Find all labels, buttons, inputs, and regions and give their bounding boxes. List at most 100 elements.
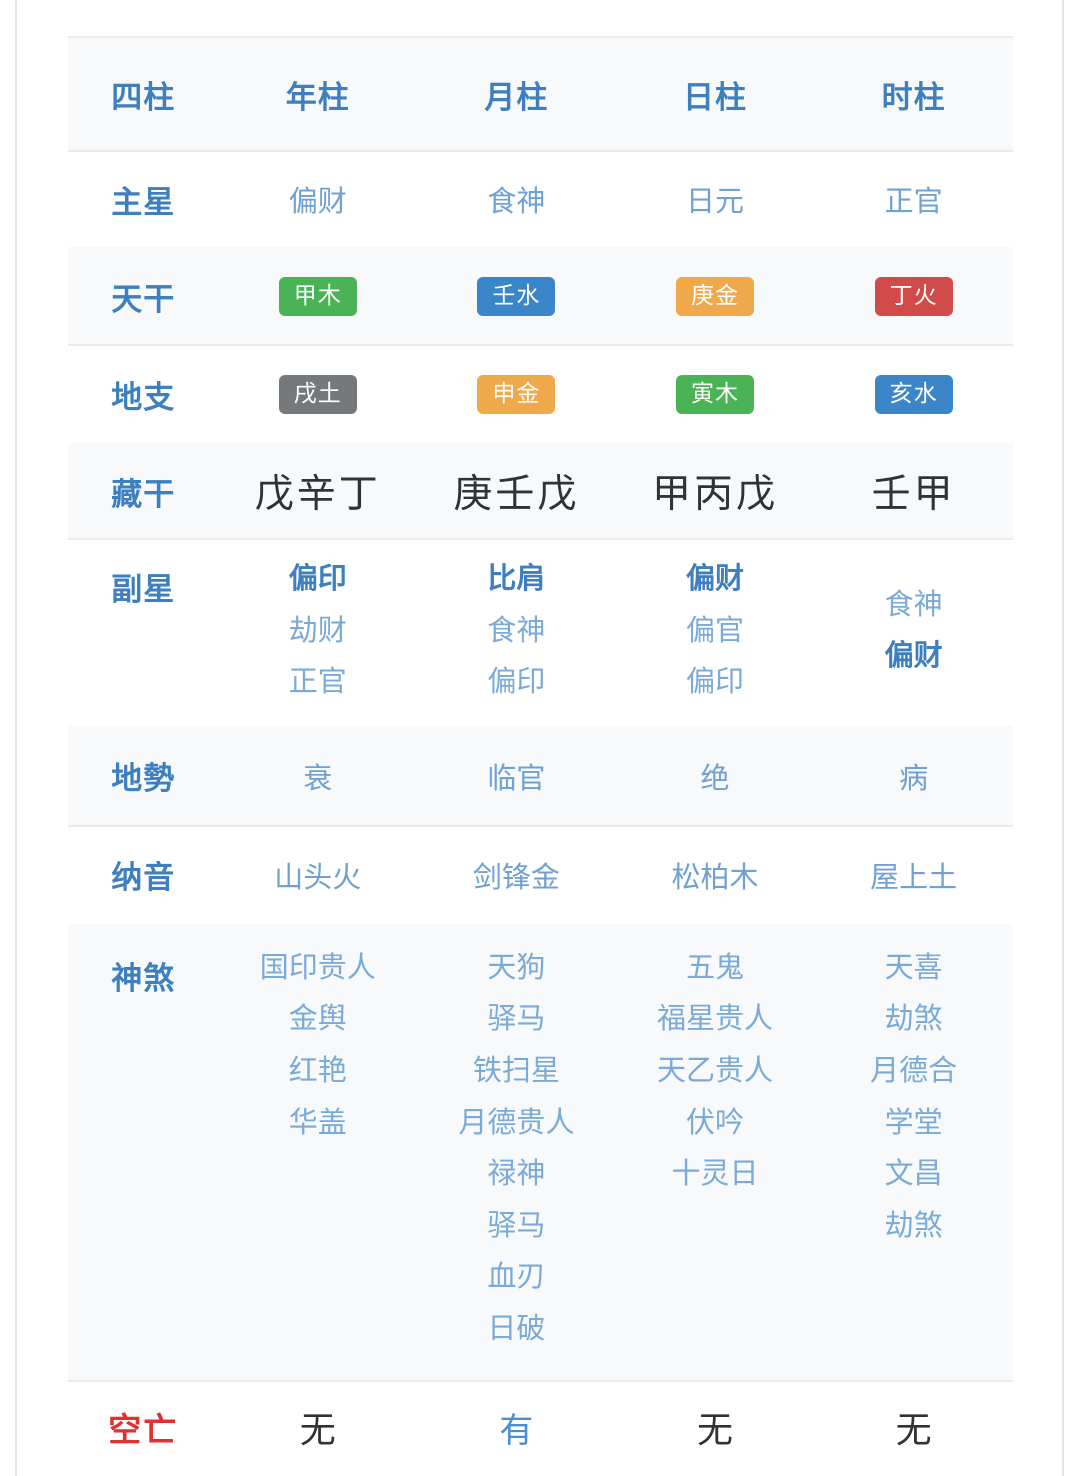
- list-item: 国印贵人: [259, 951, 376, 984]
- list-item: 天乙贵人: [657, 1055, 774, 1088]
- power-hour-text: 病: [899, 762, 929, 795]
- row-label-void: 空亡: [68, 1379, 218, 1475]
- list-item: 日破: [487, 1313, 546, 1346]
- heavenly-stem-day-badge[interactable]: 庚金: [676, 276, 755, 316]
- column-header-year[interactable]: 年柱: [218, 36, 418, 152]
- list-item: 文昌: [884, 1158, 943, 1191]
- list-item: 天狗: [487, 951, 546, 984]
- earthly-branch-year: 戌土: [218, 345, 418, 443]
- header-label-text: 四柱: [111, 79, 176, 115]
- heavenly-stem-year: 甲木: [218, 246, 418, 346]
- list-item: 禄神: [487, 1158, 546, 1191]
- list-item: 劫煞: [884, 1003, 943, 1036]
- list-item: 金舆: [288, 1003, 347, 1036]
- main-star-hour-text: 正官: [884, 186, 943, 218]
- list-item: 食神: [884, 588, 943, 621]
- sub-star-day-list: 偏财 偏官 偏印: [616, 540, 815, 725]
- void-year: 无: [218, 1379, 417, 1475]
- sub-star-month: 比肩 食神 偏印: [417, 539, 616, 726]
- power-month-text: 临官: [487, 762, 546, 795]
- column-header-day-text: 日柱: [683, 79, 748, 115]
- void-year-text: 无: [299, 1409, 336, 1450]
- list-item: 偏财: [884, 640, 943, 673]
- list-item: 福星贵人: [657, 1003, 774, 1036]
- void-hour: 无: [814, 1379, 1013, 1475]
- heavenly-stem-month-badge[interactable]: 壬水: [477, 276, 556, 316]
- list-item: 偏印: [686, 666, 745, 699]
- table-row-hidden-stems: 藏干 戊辛丁 庚壬戊 甲丙戊 壬甲: [68, 442, 1013, 540]
- main-star-label-text: 主星: [111, 184, 176, 220]
- row-label-sound: 纳音: [68, 825, 219, 924]
- column-header-month-text: 月柱: [484, 79, 549, 115]
- earthly-branch-day-badge[interactable]: 寅木: [676, 374, 755, 414]
- sub-star-hour: 食神 偏财: [814, 539, 1013, 726]
- void-label-text: 空亡: [108, 1411, 179, 1448]
- row-label-hidden-stems: 藏干: [68, 442, 219, 540]
- list-item: 偏官: [686, 614, 745, 647]
- earthly-branch-hour: 亥水: [814, 345, 1013, 443]
- power-label-text: 地勢: [111, 761, 176, 797]
- table-row-spirits: 神煞 国印贵人 金舆 红艳 华盖 天狗 驿马 铁扫星 月德贵人 禄神 驿马 血刃 日破 五鬼 福星贵人…: [68, 922, 1013, 1382]
- table-row-sub-star: 副星 偏印 劫财 正官 比肩 食神 偏印 偏财 偏官 偏印 食神 偏财: [68, 539, 1013, 726]
- list-item: 正官: [288, 666, 347, 699]
- list-item: 比肩: [487, 563, 546, 595]
- four-pillars-table: 四柱 年柱 月柱 日柱 时柱 主星 偏财 食神 日元 正官 天干 甲木 壬水 庚…: [68, 36, 1013, 1382]
- list-item: 伏吟: [686, 1106, 745, 1139]
- heavenly-stem-month: 壬水: [417, 246, 616, 346]
- spirits-year-list: 国印贵人 金舆 红艳 华盖: [218, 925, 417, 1173]
- sound-label-text: 纳音: [111, 860, 176, 896]
- spirits-hour-list: 天喜 劫煞 月德合 学堂 文昌 劫煞: [814, 925, 1013, 1277]
- column-header-year-text: 年柱: [285, 79, 350, 115]
- void-hour-text: 无: [895, 1409, 932, 1450]
- spirits-month-list: 天狗 驿马 铁扫星 月德贵人 禄神 驿马 血刃 日破: [417, 925, 616, 1380]
- column-header-day[interactable]: 日柱: [615, 36, 815, 152]
- table-row-header: 四柱 年柱 月柱 日柱 时柱: [68, 36, 1013, 152]
- hidden-stems-month-text: 庚壬戊: [453, 473, 580, 516]
- void-day: 无: [616, 1379, 815, 1475]
- column-header-hour[interactable]: 时柱: [814, 36, 1013, 152]
- column-header-month[interactable]: 月柱: [417, 36, 616, 152]
- list-item: 学堂: [884, 1106, 943, 1139]
- sub-star-year-list: 偏印 劫财 正官: [218, 540, 417, 725]
- sub-star-label-text: 副星: [111, 572, 176, 607]
- hidden-stems-hour: 壬甲: [814, 442, 1013, 540]
- heavenly-stem-label-text: 天干: [111, 281, 176, 317]
- earthly-branch-label-text: 地支: [111, 379, 176, 415]
- column-header-hour-text: 时柱: [881, 79, 946, 115]
- earthly-branch-month: 申金: [417, 345, 616, 443]
- void-month-text: 有: [499, 1411, 534, 1450]
- power-hour: 病: [814, 724, 1013, 827]
- sound-month-text: 剑锋金: [472, 861, 560, 894]
- heavenly-stem-year-badge[interactable]: 甲木: [278, 276, 357, 316]
- list-item: 月德合: [870, 1055, 958, 1088]
- heavenly-stem-hour-badge[interactable]: 丁火: [874, 276, 953, 316]
- earthly-branch-hour-badge[interactable]: 亥水: [874, 374, 953, 414]
- void-row-table: 空亡 无 有 无 无: [68, 1379, 1013, 1475]
- list-item: 血刃: [487, 1261, 546, 1294]
- main-star-day: 日元: [615, 151, 815, 247]
- sound-day-text: 松柏木: [671, 861, 759, 894]
- spirits-month: 天狗 驿马 铁扫星 月德贵人 禄神 驿马 血刃 日破: [417, 922, 616, 1382]
- main-star-day-text: 日元: [686, 186, 745, 218]
- power-day: 绝: [615, 724, 815, 827]
- sound-month: 剑锋金: [417, 825, 616, 924]
- row-label-spirits: 神煞: [68, 922, 219, 1382]
- table-row-sound: 纳音 山头火 剑锋金 松柏木 屋上土: [68, 825, 1013, 924]
- table-row-power: 地勢 衰 临官 绝 病: [68, 724, 1013, 827]
- spirits-year: 国印贵人 金舆 红艳 华盖: [218, 922, 418, 1382]
- sound-hour: 屋上土: [814, 825, 1013, 924]
- main-star-year-text: 偏财: [288, 186, 347, 218]
- list-item: 偏财: [686, 563, 745, 595]
- earthly-branch-month-badge[interactable]: 申金: [477, 374, 556, 414]
- list-item: 铁扫星: [472, 1055, 560, 1088]
- power-year-text: 衰: [303, 762, 333, 795]
- void-month: 有: [417, 1379, 616, 1475]
- list-item: 驿马: [487, 1003, 546, 1036]
- earthly-branch-year-badge[interactable]: 戌土: [278, 374, 357, 414]
- row-label-sub-star: 副星: [68, 539, 219, 726]
- table-row-void: 空亡 无 有 无 无: [68, 1379, 1013, 1475]
- list-item: 劫财: [288, 614, 347, 647]
- list-item: 月德贵人: [458, 1106, 575, 1139]
- hidden-stems-month: 庚壬戊: [417, 442, 616, 540]
- list-item: 偏印: [288, 563, 347, 595]
